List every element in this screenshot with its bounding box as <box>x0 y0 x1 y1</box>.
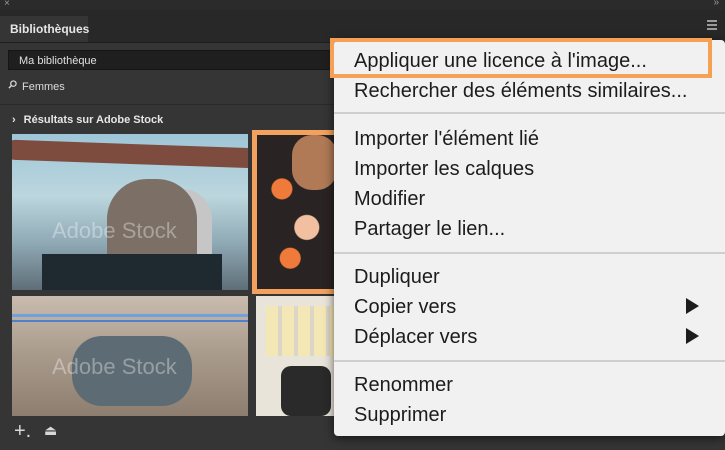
menu-separator <box>334 360 725 362</box>
title-strip: × » <box>0 0 725 10</box>
menu-item-edit[interactable]: Modifier <box>354 188 425 211</box>
menu-item-import-layers[interactable]: Importer les calques <box>354 158 534 181</box>
stock-results-header[interactable]: › Résultats sur Adobe Stock <box>12 114 163 126</box>
context-menu: Appliquer une licence à l'image... Reche… <box>334 40 725 436</box>
stock-thumbnail-3[interactable]: Adobe Stock <box>12 296 248 416</box>
light-streak <box>12 314 248 317</box>
menu-item-delete[interactable]: Supprimer <box>354 404 446 427</box>
results-label: Résultats sur Adobe Stock <box>23 114 164 126</box>
submenu-arrow-icon <box>686 328 699 344</box>
chair-shape <box>281 366 331 416</box>
tab-libraries[interactable]: Bibliothèques <box>0 16 89 42</box>
light-streak <box>12 320 248 322</box>
watermark: Adobe Stock <box>52 354 177 379</box>
upload-icon[interactable]: ⏏ <box>44 422 57 439</box>
add-icon[interactable]: +. <box>14 420 31 443</box>
menu-item-move-to[interactable]: Déplacer vers <box>354 326 477 349</box>
panel-menu-icon[interactable] <box>707 20 717 32</box>
search-icon <box>8 80 17 89</box>
menu-item-share-link[interactable]: Partager le lien... <box>354 218 505 241</box>
sticky-notes-board <box>266 306 336 356</box>
wetsuit-shape <box>42 254 222 290</box>
search-input[interactable]: Femmes <box>22 81 65 93</box>
watermark: Adobe Stock <box>52 218 177 243</box>
menu-item-import-linked[interactable]: Importer l'élément lié <box>354 128 539 151</box>
menu-separator <box>334 112 725 114</box>
menu-item-find-similar[interactable]: Rechercher des éléments similaires... <box>354 80 687 103</box>
stock-thumbnail-4[interactable] <box>256 296 340 416</box>
submenu-arrow-icon <box>686 298 699 314</box>
menu-item-rename[interactable]: Renommer <box>354 374 453 397</box>
stock-thumbnail-2-selected[interactable] <box>252 130 340 294</box>
library-select[interactable]: Ma bibliothèque <box>8 50 348 70</box>
person-shape <box>292 135 337 190</box>
menu-separator <box>334 252 725 254</box>
collapse-icon[interactable]: » <box>713 0 719 8</box>
stock-thumbnail-1[interactable]: Adobe Stock <box>12 134 248 290</box>
close-icon[interactable]: × <box>4 0 10 9</box>
menu-item-copy-to[interactable]: Copier vers <box>354 296 456 319</box>
surfboard-shape <box>12 139 248 169</box>
chevron-right-icon: › <box>12 114 16 126</box>
menu-item-duplicate[interactable]: Dupliquer <box>354 266 440 289</box>
highlight-frame <box>330 38 712 78</box>
search-field[interactable]: Femmes <box>0 78 340 98</box>
